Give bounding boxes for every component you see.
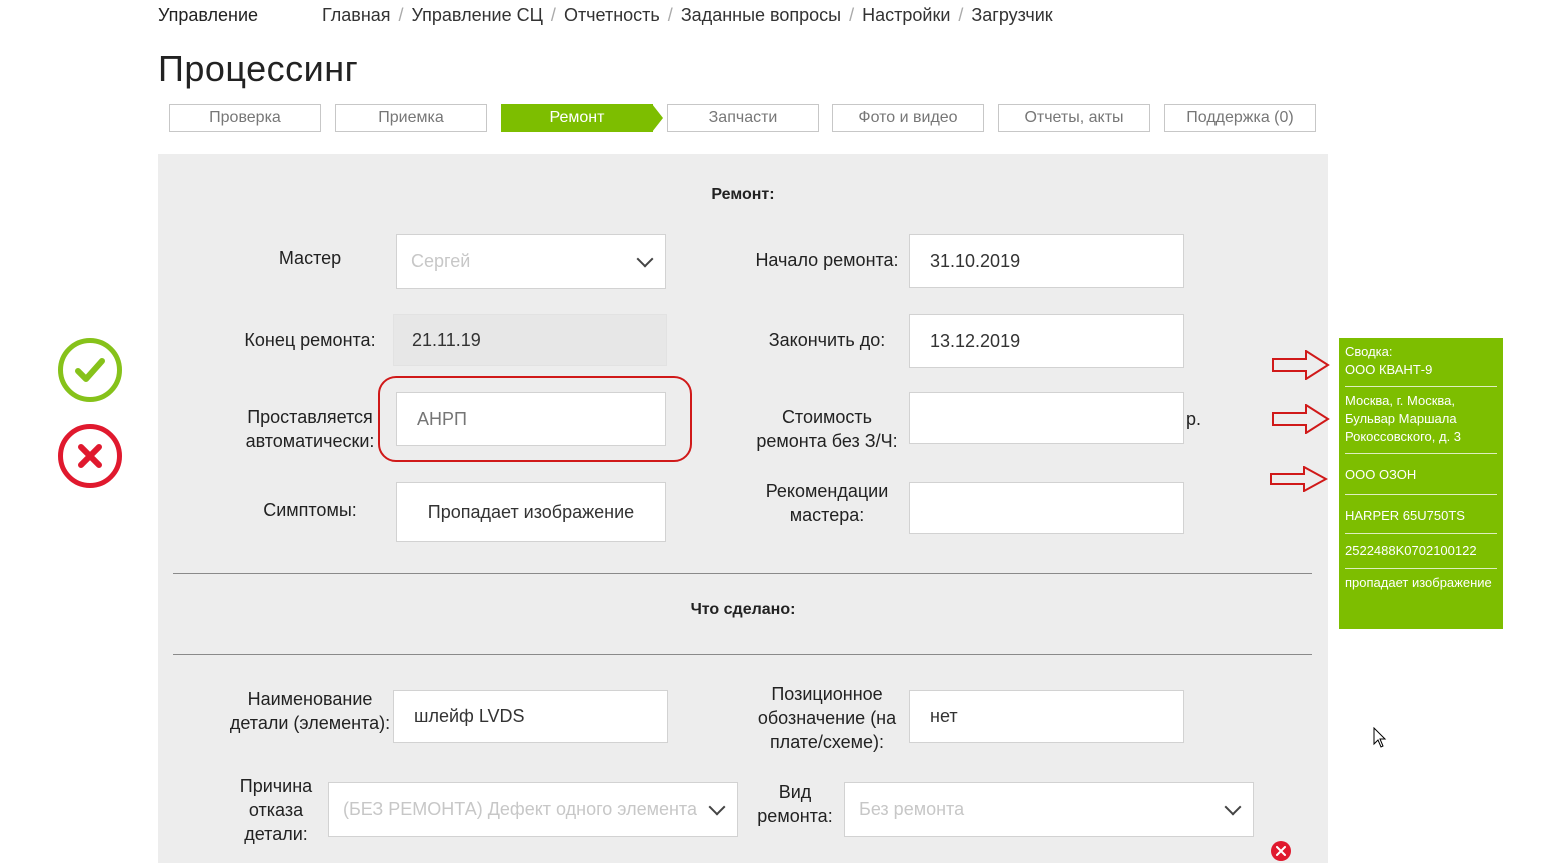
brand-title: Управление [158, 5, 259, 25]
reason-label: Причина отказа детали: [239, 776, 313, 844]
recommend-label: Рекомендации мастера: [765, 481, 889, 525]
cost-label: Стоимость ремонта без З/Ч: [756, 407, 898, 451]
approve-button[interactable] [58, 338, 122, 402]
tab-photo-video[interactable]: Фото и видео [832, 104, 984, 132]
arrow-right-icon [1272, 404, 1330, 434]
tab-reports-acts[interactable]: Отчеты, акты [998, 104, 1150, 132]
master-label: Мастер [278, 248, 342, 268]
symptoms-value: Пропадает изображение [427, 501, 635, 522]
chevron-down-icon [708, 798, 726, 815]
part-name-label: Наименование детали (элемента): [229, 689, 391, 733]
active-tab-arrow [652, 104, 663, 132]
start-date-input[interactable] [909, 234, 1184, 288]
divider [173, 654, 1312, 655]
auto-label: Проставляется автоматически: [245, 407, 375, 451]
nav-link-settings[interactable]: Настройки [862, 5, 950, 26]
part-name-input[interactable] [393, 690, 668, 743]
close-icon [1276, 846, 1286, 856]
nav-link-loader[interactable]: Загрузчик [971, 5, 1052, 26]
tab-acceptance[interactable]: Приемка [335, 104, 487, 132]
summary-panel: Сводка: ООО КВАНТ-9 Москва, г. Москва, Б… [1339, 338, 1503, 629]
finish-by-input[interactable] [909, 314, 1184, 368]
tab-support[interactable]: Поддержка (0) [1164, 104, 1316, 132]
nav-separator: / [667, 5, 673, 25]
summary-address: Москва, г. Москва, Бульвар Маршала Рокос… [1345, 387, 1497, 454]
divider [173, 573, 1312, 574]
master-select[interactable]: Сергей [396, 234, 666, 289]
end-date-value: 21.11.19 [412, 329, 481, 350]
cost-input[interactable] [909, 392, 1184, 444]
check-icon [75, 358, 105, 382]
chevron-down-icon [1224, 798, 1242, 815]
start-label: Начало ремонта: [755, 250, 899, 270]
summary-serial: 2522488K0702100122 [1345, 534, 1497, 569]
auto-number-input[interactable] [396, 392, 666, 446]
tab-check[interactable]: Проверка [169, 104, 321, 132]
page-title: Процессинг [158, 48, 359, 89]
arrow-right-icon [1270, 466, 1328, 492]
reject-button[interactable] [58, 424, 122, 488]
breadcrumb: Главная / Управление СЦ / Отчетность / Зада… [322, 5, 1053, 26]
chevron-down-icon [636, 250, 654, 267]
reason-select[interactable]: (БЕЗ РЕМОНТА) Дефект одного элемента [328, 782, 738, 837]
reason-select-value: (БЕЗ РЕМОНТА) Дефект одного элемента [343, 799, 697, 819]
mouse-cursor-icon [1373, 727, 1387, 748]
master-select-value: Сергей [411, 251, 471, 271]
symptoms-field[interactable]: Пропадает изображение [396, 482, 666, 542]
close-icon [78, 444, 102, 468]
recommend-input[interactable] [909, 482, 1184, 534]
nav-separator: / [398, 5, 404, 25]
finish-by-label: Закончить до: [768, 330, 886, 350]
nav-separator: / [958, 5, 964, 25]
nav-separator: / [550, 5, 556, 25]
end-date-field: 21.11.19 [393, 314, 667, 366]
summary-client: Сводка: ООО КВАНТ-9 [1345, 338, 1497, 387]
summary-model: HARPER 65U750TS [1345, 495, 1497, 534]
repair-type-select[interactable]: Без ремонта [844, 782, 1254, 837]
position-input[interactable] [909, 690, 1184, 743]
summary-symptom: пропадает изображение [1345, 575, 1492, 590]
done-section-title: Что сделано: [690, 601, 796, 618]
nav-link-questions[interactable]: Заданные вопросы [681, 5, 841, 26]
nav-separator: / [849, 5, 855, 25]
cost-unit: р. [1186, 409, 1202, 429]
nav-link-reports[interactable]: Отчетность [564, 5, 660, 26]
repair-type-select-value: Без ремонта [859, 799, 965, 819]
symptoms-label: Симптомы: [263, 500, 357, 520]
tab-repair[interactable]: Ремонт [501, 104, 653, 132]
position-label: Позиционное обозначение (на плате/схеме)… [757, 684, 897, 752]
repair-type-label: Вид ремонта: [757, 782, 833, 826]
arrow-right-icon [1272, 350, 1330, 380]
delete-row-button[interactable] [1271, 841, 1291, 861]
tab-parts[interactable]: Запчасти [667, 104, 819, 132]
nav-link-home[interactable]: Главная [322, 5, 391, 26]
summary-seller: ООО ОЗОН [1345, 454, 1497, 495]
end-label: Конец ремонта: [244, 330, 376, 350]
repair-section-title: Ремонт: [711, 186, 775, 203]
nav-link-sc-management[interactable]: Управление СЦ [412, 5, 543, 26]
